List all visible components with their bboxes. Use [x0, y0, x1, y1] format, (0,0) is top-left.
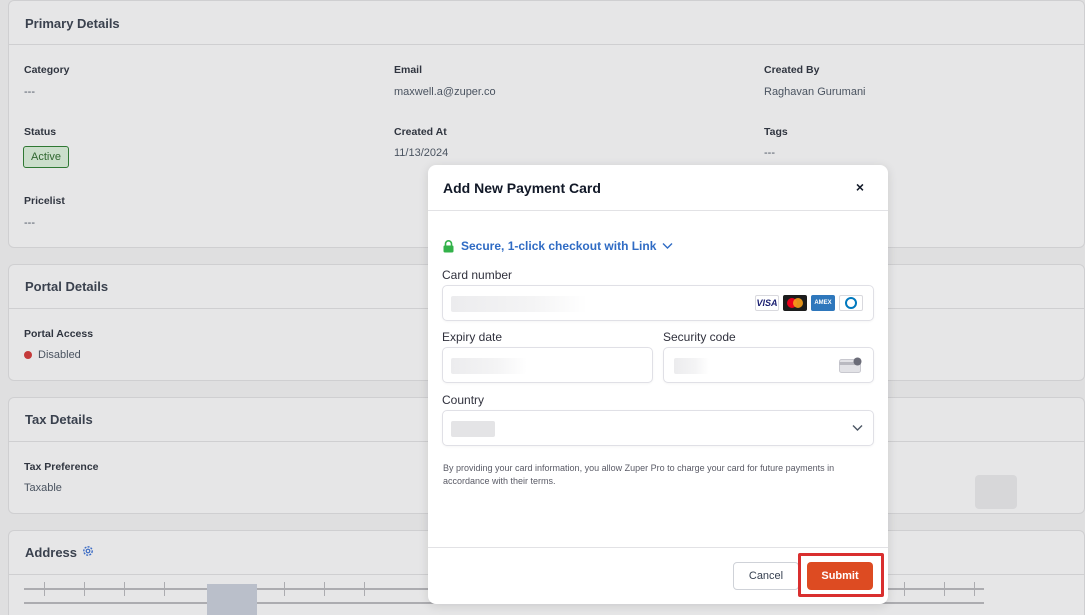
security-code-input[interactable]: [663, 347, 874, 383]
country-select[interactable]: [442, 410, 874, 446]
card-brands: VISA AMEX: [755, 295, 863, 311]
cancel-button[interactable]: Cancel: [733, 562, 799, 590]
country-label: Country: [442, 393, 485, 407]
country-selected-value: [451, 421, 495, 437]
lock-icon: [443, 239, 454, 252]
card-number-label: Card number: [442, 268, 513, 282]
chevron-down-icon: [852, 425, 863, 431]
mastercard-icon: [783, 295, 807, 311]
visa-icon: VISA: [755, 295, 779, 311]
card-number-input[interactable]: VISA AMEX: [442, 285, 874, 321]
expiry-label: Expiry date: [442, 330, 503, 344]
diners-icon: [839, 295, 863, 311]
modal-footer: Cancel Submit: [428, 547, 888, 604]
submit-button[interactable]: Submit: [807, 562, 873, 590]
security-code-placeholder: [674, 358, 709, 374]
link-checkout-toggle[interactable]: Secure, 1-click checkout with Link: [443, 238, 673, 254]
chevron-down-icon: [662, 243, 673, 249]
cvc-card-icon: [839, 357, 862, 373]
close-icon[interactable]: ×: [852, 179, 868, 195]
modal-header: Add New Payment Card ×: [428, 165, 888, 211]
terms-text: By providing your card information, you …: [443, 463, 835, 486]
add-payment-card-modal: Add New Payment Card × Secure, 1-click c…: [428, 165, 888, 604]
security-code-label: Security code: [663, 330, 736, 344]
expiry-input[interactable]: [442, 347, 653, 383]
amex-icon: AMEX: [811, 295, 835, 311]
expiry-placeholder: [451, 358, 527, 374]
card-number-placeholder: [451, 296, 587, 312]
modal-title: Add New Payment Card: [443, 180, 601, 196]
link-checkout-text: Secure, 1-click checkout with Link: [461, 239, 657, 253]
